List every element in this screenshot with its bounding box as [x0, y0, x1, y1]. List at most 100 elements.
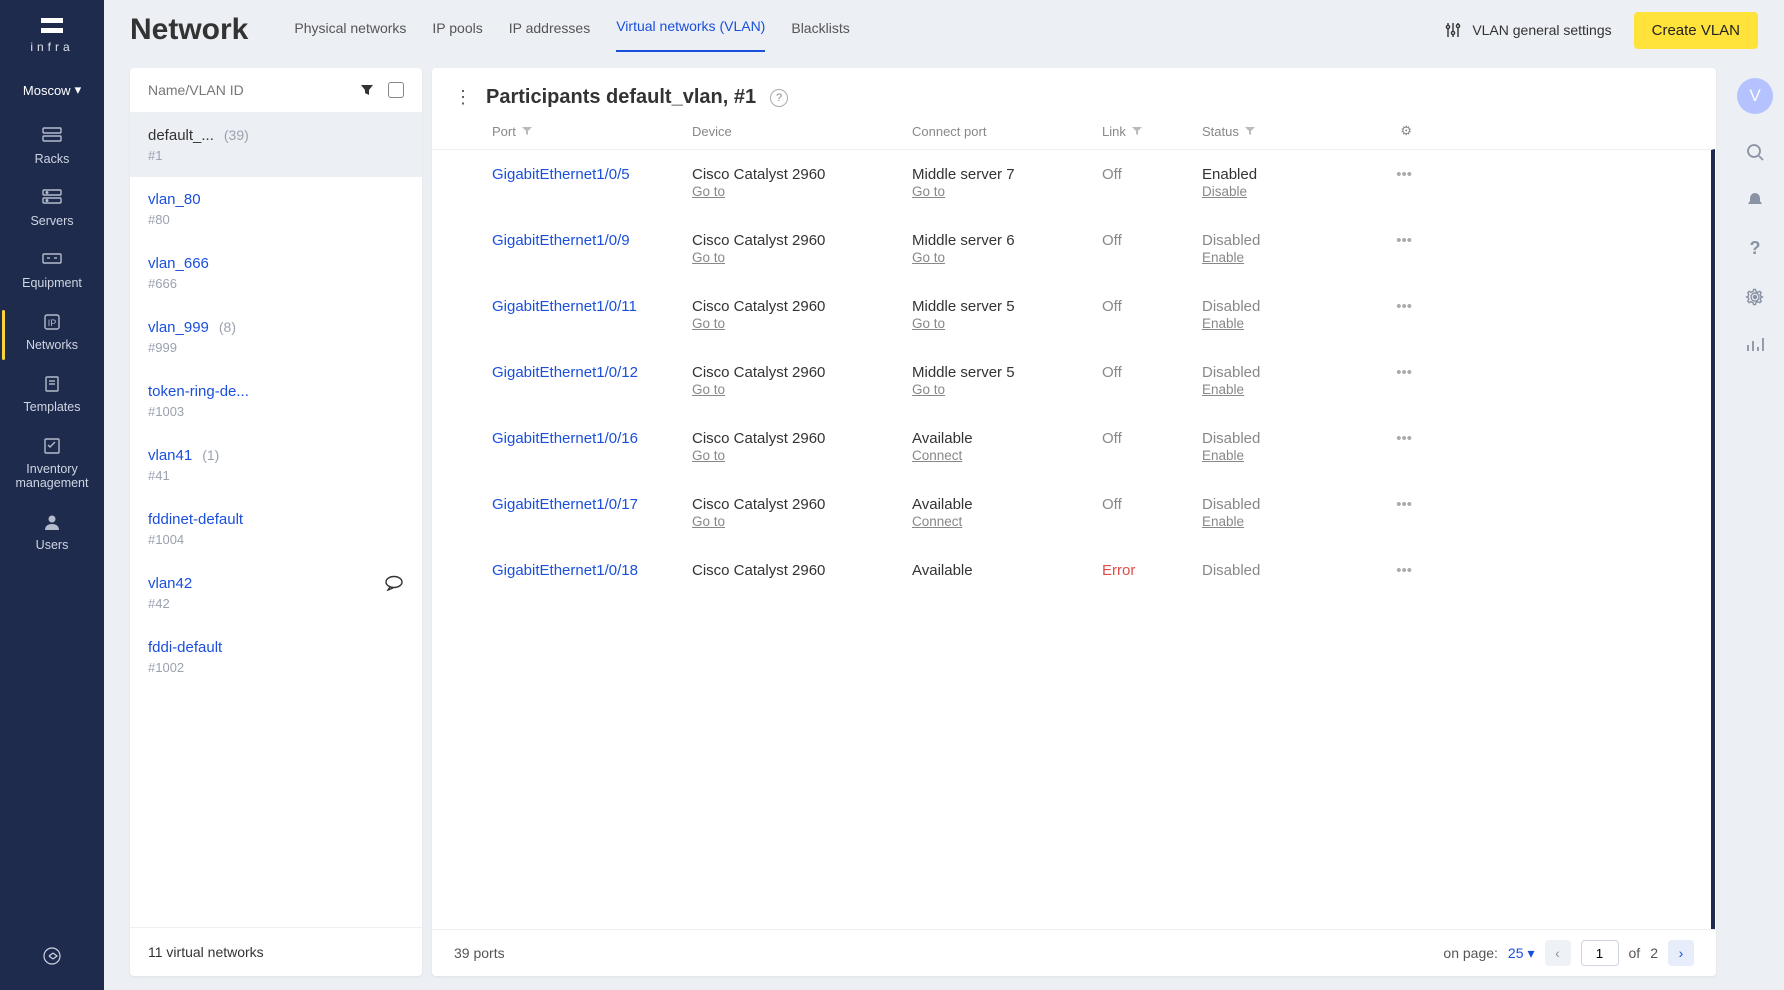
top-bar: Network Physical networksIP poolsIP addr… — [104, 0, 1784, 52]
port-row: GigabitEthernet1/0/18Cisco Catalyst 2960… — [432, 546, 1711, 595]
port-link[interactable]: GigabitEthernet1/0/11 — [492, 298, 692, 315]
connect-port-link[interactable]: Connect — [912, 448, 962, 463]
status-toggle-link[interactable]: Enable — [1202, 382, 1244, 397]
port-link[interactable]: GigabitEthernet1/0/16 — [492, 430, 692, 447]
vlan-item[interactable]: vlan41(1)#41 — [130, 433, 422, 497]
status-label: Disabled — [1202, 232, 1362, 249]
tab-blacklists[interactable]: Blacklists — [791, 10, 849, 52]
networks-icon: IP — [40, 312, 64, 332]
tab-ip-pools[interactable]: IP pools — [432, 10, 482, 52]
tab-ip-addresses[interactable]: IP addresses — [509, 10, 590, 52]
nav-item-servers[interactable]: Servers — [0, 180, 104, 242]
status-toggle-link[interactable]: Disable — [1202, 184, 1247, 199]
vlan-item[interactable]: vlan_80#80 — [130, 177, 422, 241]
help-icon[interactable]: ? — [1750, 238, 1761, 259]
column-header[interactable]: Link — [1102, 123, 1202, 139]
nav-item-users[interactable]: Users — [0, 504, 104, 566]
row-menu-icon[interactable]: ••• — [1362, 562, 1412, 579]
total-ports-label: 39 ports — [454, 945, 505, 961]
stats-icon[interactable] — [1745, 335, 1765, 355]
link-status: Off — [1102, 430, 1202, 464]
vlan-item[interactable]: token-ring-de...#1003 — [130, 369, 422, 433]
connect-port-link[interactable]: Go to — [912, 184, 945, 199]
vlan-item[interactable]: fddinet-default#1004 — [130, 497, 422, 561]
row-menu-icon[interactable]: ••• — [1362, 166, 1412, 200]
column-header[interactable]: Device — [692, 123, 912, 139]
bell-icon[interactable] — [1745, 190, 1765, 210]
racks-icon — [40, 126, 64, 146]
tab-physical-networks[interactable]: Physical networks — [294, 10, 406, 52]
select-all-checkbox[interactable] — [388, 82, 404, 98]
vlan-item[interactable]: vlan_666#666 — [130, 241, 422, 305]
location-selector[interactable]: Moscow ▾ — [23, 82, 81, 98]
vlan-settings-label: VLAN general settings — [1472, 22, 1611, 38]
vlan-item[interactable]: vlan_999(8)#999 — [130, 305, 422, 369]
search-icon[interactable] — [1745, 142, 1765, 162]
column-header[interactable]: Connect port — [912, 123, 1102, 139]
column-header[interactable]: Status — [1202, 123, 1362, 139]
vlan-item[interactable]: default_...(39)#1 — [130, 113, 422, 177]
vlan-item[interactable]: vlan42#42 — [130, 561, 422, 625]
link-status: Off — [1102, 166, 1202, 200]
port-row: GigabitEthernet1/0/17Cisco Catalyst 2960… — [432, 480, 1711, 546]
nav-item-equipment[interactable]: Equipment — [0, 242, 104, 304]
device-goto-link[interactable]: Go to — [692, 184, 725, 199]
device-goto-link[interactable]: Go to — [692, 448, 725, 463]
status-label: Disabled — [1202, 562, 1362, 579]
device-goto-link[interactable]: Go to — [692, 514, 725, 529]
comment-icon — [384, 575, 404, 591]
connect-port-link[interactable]: Go to — [912, 316, 945, 331]
link-status: Error — [1102, 562, 1202, 579]
prev-page-button[interactable]: ‹ — [1545, 940, 1571, 966]
list-header-label: Name/VLAN ID — [148, 82, 244, 98]
detail-menu-icon[interactable]: ⋮ — [454, 87, 472, 108]
vlan-settings-link[interactable]: VLAN general settings — [1444, 21, 1611, 39]
connect-port-link[interactable]: Go to — [912, 382, 945, 397]
vlan-item[interactable]: fddi-default#1002 — [130, 625, 422, 689]
port-link[interactable]: GigabitEthernet1/0/5 — [492, 166, 692, 183]
filter-icon[interactable] — [360, 83, 374, 97]
location-label: Moscow — [23, 83, 71, 98]
status-toggle-link[interactable]: Enable — [1202, 514, 1244, 529]
gear-icon[interactable] — [1745, 287, 1765, 307]
port-row: GigabitEthernet1/0/16Cisco Catalyst 2960… — [432, 414, 1711, 480]
port-link[interactable]: GigabitEthernet1/0/17 — [492, 496, 692, 513]
status-label: Disabled — [1202, 430, 1362, 447]
next-page-button[interactable]: › — [1668, 940, 1694, 966]
per-page-select[interactable]: 25 ▾ — [1508, 945, 1535, 962]
status-label: Enabled — [1202, 166, 1362, 183]
device-goto-link[interactable]: Go to — [692, 250, 725, 265]
collapse-rail-button[interactable] — [34, 938, 70, 974]
connect-port-link[interactable]: Connect — [912, 514, 962, 529]
status-toggle-link[interactable]: Enable — [1202, 448, 1244, 463]
port-link[interactable]: GigabitEthernet1/0/12 — [492, 364, 692, 381]
help-icon[interactable]: ? — [770, 89, 788, 107]
port-link[interactable]: GigabitEthernet1/0/9 — [492, 232, 692, 249]
page-input[interactable] — [1581, 940, 1619, 966]
status-toggle-link[interactable]: Enable — [1202, 250, 1244, 265]
row-menu-icon[interactable]: ••• — [1362, 430, 1412, 464]
row-menu-icon[interactable]: ••• — [1362, 496, 1412, 530]
create-vlan-button[interactable]: Create VLAN — [1634, 12, 1758, 49]
nav-item-racks[interactable]: Racks — [0, 118, 104, 180]
link-status: Off — [1102, 364, 1202, 398]
column-header[interactable]: Port — [492, 123, 692, 139]
column-header[interactable]: ⚙ — [1362, 123, 1412, 139]
row-menu-icon[interactable]: ••• — [1362, 298, 1412, 332]
nav-item-templates[interactable]: Templates — [0, 366, 104, 428]
port-link[interactable]: GigabitEthernet1/0/18 — [492, 562, 692, 579]
row-menu-icon[interactable]: ••• — [1362, 364, 1412, 398]
connect-port-link[interactable]: Go to — [912, 250, 945, 265]
nav-item-networks[interactable]: IPNetworks — [0, 304, 104, 366]
row-menu-icon[interactable]: ••• — [1362, 232, 1412, 266]
detail-panel: ⋮ Participants default_vlan, #1 ? PortDe… — [432, 68, 1716, 976]
tab-bar: Physical networks IP pools IP addresses Vir… — [294, 8, 849, 52]
nav-item-inventory[interactable]: Inventory management — [0, 428, 104, 504]
gear-icon[interactable]: ⚙ — [1400, 123, 1412, 139]
tab-virtual-networks-vlan-[interactable]: Virtual networks (VLAN) — [616, 8, 765, 53]
status-toggle-link[interactable]: Enable — [1202, 316, 1244, 331]
device-goto-link[interactable]: Go to — [692, 316, 725, 331]
device-goto-link[interactable]: Go to — [692, 382, 725, 397]
detail-title: Participants default_vlan, #1 — [486, 86, 756, 109]
avatar[interactable]: V — [1737, 78, 1773, 114]
